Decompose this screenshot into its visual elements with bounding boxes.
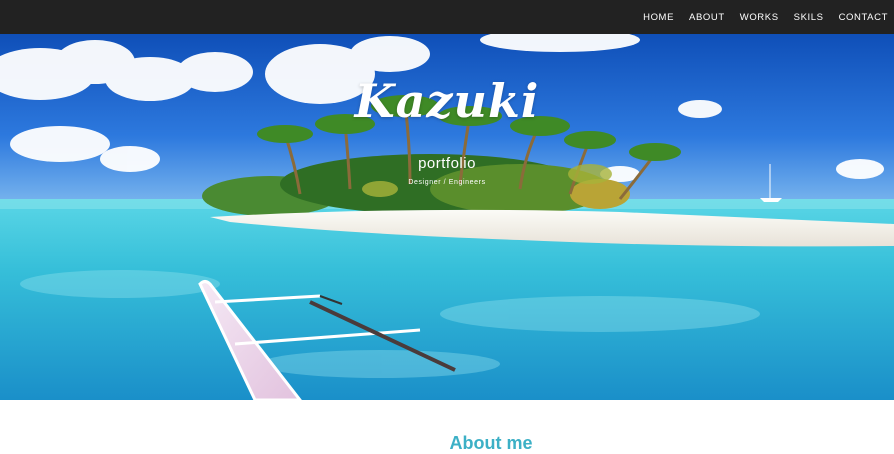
hero-logo-title: Kazuki	[354, 74, 540, 128]
nav-about-link[interactable]: ABOUT	[689, 12, 725, 23]
hero-tagline: Designer / Engineers	[408, 179, 486, 186]
hero-subtitle: portfolio	[418, 155, 476, 172]
nav-home-link[interactable]: HOME	[643, 12, 674, 23]
top-navbar: HOME ABOUT WORKS SKILS CONTACT	[0, 0, 894, 34]
about-section: About me	[0, 400, 894, 454]
about-heading: About me	[449, 433, 533, 453]
nav-contact-link[interactable]: CONTACT	[839, 12, 888, 23]
nav-works-link[interactable]: WORKS	[740, 12, 779, 23]
hero-section: Kazuki portfolio Designer / Engineers	[0, 34, 894, 400]
nav-skils-link[interactable]: SKILS	[794, 12, 824, 23]
